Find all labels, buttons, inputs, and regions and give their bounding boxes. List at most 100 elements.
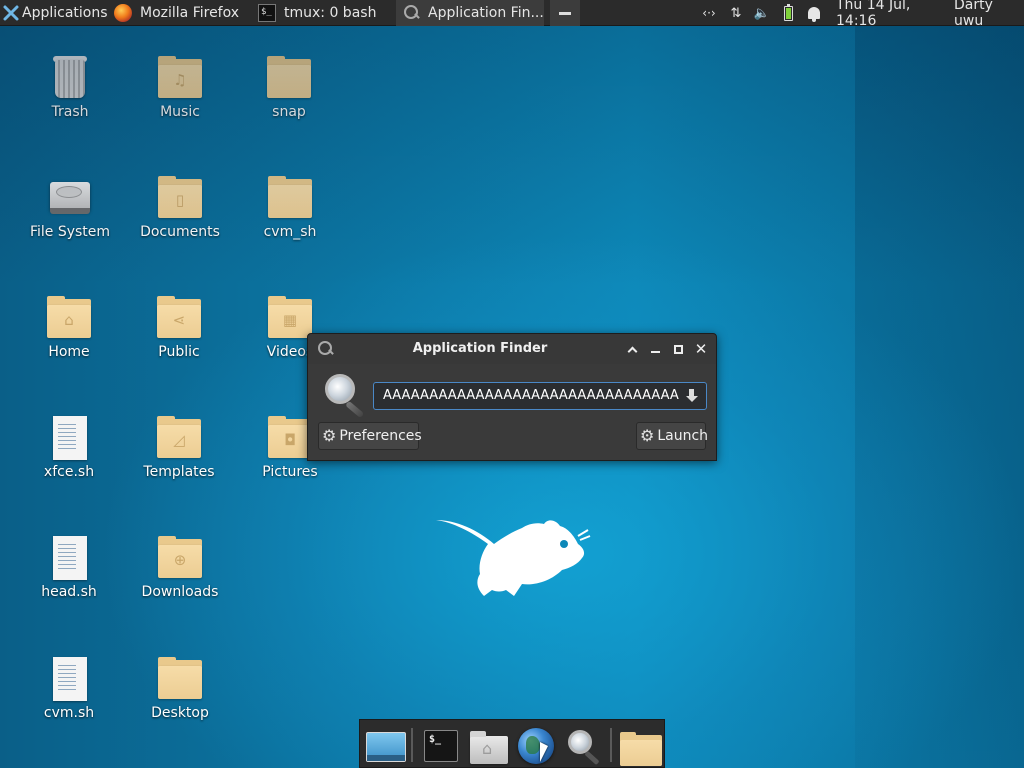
folder-icon	[268, 176, 312, 218]
battery-icon[interactable]	[778, 0, 798, 26]
taskbar-item-label: Mozilla Firefox	[140, 5, 240, 21]
transfer-icon[interactable]: ⇅	[724, 0, 748, 26]
desktop-icon-label: cvm_sh	[263, 224, 317, 240]
desktop-icon-label: Templates	[143, 464, 215, 480]
file-manager-icon	[620, 732, 662, 766]
desktop-icon-templates[interactable]: ◿ Templates	[124, 408, 234, 500]
home-folder-icon: ⌂	[47, 296, 91, 338]
volume-icon[interactable]: 🔈	[750, 0, 774, 26]
desktop-icon-cvm-sh-folder[interactable]: cvm_sh	[235, 168, 345, 260]
minimize-icon	[559, 11, 571, 15]
dock-show-desktop[interactable]	[362, 724, 408, 766]
minimized-window-button[interactable]	[550, 0, 580, 26]
search-input[interactable]: AAAAAAAAAAAAAAAAAAAAAAAAAAAAAAAAAAAAAA	[373, 382, 707, 410]
dock-web-browser[interactable]	[512, 724, 558, 766]
maximize-icon	[673, 344, 683, 354]
dock-separator	[610, 728, 612, 762]
desktop-icon-trash[interactable]: Trash	[15, 48, 125, 140]
desktop-icon-label: head.sh	[41, 584, 97, 600]
applications-menu-button[interactable]: Applications	[0, 0, 108, 26]
terminal-icon: $_	[258, 4, 276, 22]
bottom-dock: $_	[359, 719, 665, 768]
dock-separator	[411, 728, 413, 762]
music-folder-icon: ♫	[158, 56, 202, 98]
pictures-folder-icon: ◘	[268, 416, 312, 458]
trash-icon	[48, 56, 92, 98]
taskbar-item-label: Application Fin...	[428, 5, 544, 21]
preferences-button-label: Preferences	[339, 428, 422, 444]
application-finder-window: Application Finder ✕ AAAAAAAAAAAAAAAAAAA…	[307, 333, 717, 461]
window-titlebar[interactable]: Application Finder ✕	[308, 334, 716, 364]
preferences-button[interactable]: ⚙ Preferences	[318, 422, 422, 450]
web-browser-icon	[518, 728, 554, 764]
folder-icon	[158, 657, 202, 699]
close-button[interactable]: ✕	[693, 340, 709, 358]
home-folder-icon	[470, 731, 508, 764]
shade-button[interactable]	[624, 341, 640, 357]
xfce-logo-icon	[3, 5, 19, 21]
desktop-icon-label: Documents	[140, 224, 220, 240]
terminal-icon: $_	[424, 730, 458, 762]
desktop-icon-desktop[interactable]: Desktop	[125, 649, 235, 741]
search-icon	[402, 4, 420, 22]
videos-folder-icon: ▦	[268, 296, 312, 338]
gear-icon: ⚙	[322, 426, 337, 445]
desktop-icon-music[interactable]: ♫ Music	[125, 48, 235, 140]
app-finder-icon	[564, 726, 604, 766]
show-desktop-icon	[366, 732, 406, 762]
maximize-button[interactable]	[670, 341, 686, 357]
chevron-up-icon	[627, 346, 637, 356]
desktop-icon-xfce-sh[interactable]: xfce.sh	[14, 408, 124, 500]
launch-button[interactable]: ⚙ Launch	[636, 422, 708, 450]
desktop-icon-downloads[interactable]: ⊕ Downloads	[125, 528, 235, 620]
firefox-icon	[114, 4, 132, 22]
taskbar-item-label: tmux: 0 bash	[284, 5, 377, 21]
script-file-icon	[47, 657, 91, 701]
network-icon[interactable]: ‹·›	[696, 0, 722, 26]
expand-arrow-icon[interactable]	[685, 388, 699, 404]
folder-icon	[267, 56, 311, 98]
taskbar-item-application-finder[interactable]: Application Fin...	[396, 0, 544, 26]
desktop-icon-label: Downloads	[141, 584, 219, 600]
bell-icon[interactable]	[802, 0, 826, 26]
minimize-button[interactable]	[647, 341, 663, 357]
search-input-value: AAAAAAAAAAAAAAAAAAAAAAAAAAAAAAAAAAAAAA	[383, 388, 679, 403]
desktop-icon-head-sh[interactable]: head.sh	[14, 528, 124, 620]
gears-icon: ⚙	[640, 426, 655, 445]
public-folder-icon: ⋖	[157, 296, 201, 338]
desktop-icon-label: Public	[158, 344, 200, 360]
desktop-icon-public[interactable]: ⋖ Public	[124, 288, 234, 380]
documents-folder-icon: ▯	[158, 176, 202, 218]
minimize-icon	[650, 351, 660, 353]
desktop-icon-home[interactable]: ⌂ Home	[14, 288, 124, 380]
xfce-mouse-logo	[436, 520, 591, 596]
clock[interactable]: Thu 14 Jul, 14:16	[836, 0, 948, 29]
desktop-icon-label: xfce.sh	[43, 464, 95, 480]
desktop-icon-file-system[interactable]: File System	[15, 168, 125, 260]
magnifier-icon	[322, 372, 368, 414]
desktop-icon-label: Pictures	[262, 464, 318, 480]
desktop-icon-label: Desktop	[151, 705, 209, 721]
dock-home-folder[interactable]	[464, 724, 510, 766]
taskbar-item-tmux[interactable]: $_ tmux: 0 bash	[252, 0, 392, 26]
script-file-icon	[47, 416, 91, 460]
user-menu[interactable]: Darty uwu	[954, 0, 1024, 29]
top-panel: Applications Mozilla Firefox $_ tmux: 0 …	[0, 0, 1024, 29]
script-file-icon	[47, 536, 91, 580]
desktop-icon-label: Music	[160, 104, 200, 120]
dock-app-finder[interactable]	[560, 724, 606, 766]
dock-file-manager[interactable]	[616, 724, 662, 766]
desktop-icon-snap[interactable]: snap	[234, 48, 344, 140]
harddisk-icon	[48, 176, 92, 218]
taskbar-item-firefox[interactable]: Mozilla Firefox	[108, 0, 248, 26]
applications-menu-label: Applications	[22, 5, 108, 21]
mouse-cursor-icon	[540, 742, 548, 762]
dock-terminal[interactable]: $_	[416, 724, 462, 766]
desktop-icon-label: Trash	[51, 104, 89, 120]
downloads-folder-icon: ⊕	[158, 536, 202, 578]
desktop-icon-cvm-sh[interactable]: cvm.sh	[14, 649, 124, 741]
desktop-icon-label: File System	[29, 224, 111, 240]
desktop-icon-label: snap	[272, 104, 306, 120]
desktop-icon-documents[interactable]: ▯ Documents	[125, 168, 235, 260]
close-icon: ✕	[694, 340, 708, 358]
